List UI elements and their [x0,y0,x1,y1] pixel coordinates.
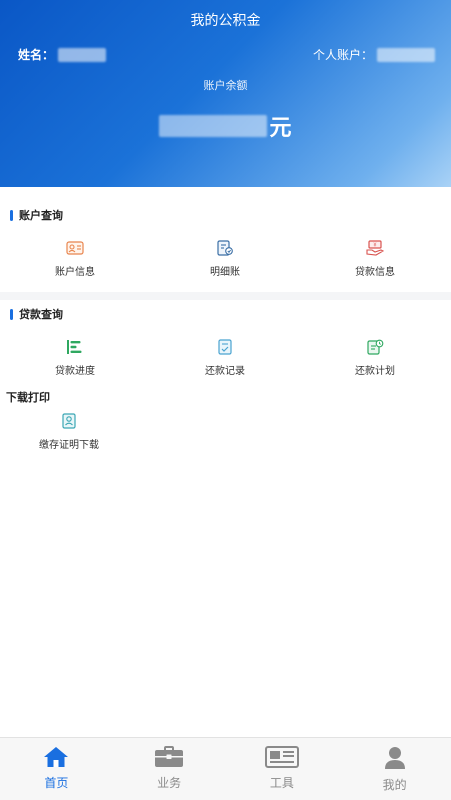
user-icon [384,746,406,770]
home-icon [43,746,69,768]
account-label: 个人账户： [312,48,373,62]
svg-text:¥: ¥ [373,243,376,249]
loan-info-button[interactable]: ¥ 贷款信息 [300,240,450,278]
section-marker [10,209,13,221]
tab-mine[interactable]: 我的 [338,738,451,800]
progress-icon [66,339,84,355]
loan-info-icon: ¥ [366,240,384,256]
page-title: 我的公积金 [190,13,261,29]
balance-value-masked [159,115,268,137]
repayment-record-button[interactable]: 还款记录 [150,339,300,377]
repayment-plan-icon [366,339,384,355]
name-row: 姓名： [18,46,107,63]
tab-mine-label: 我的 [382,778,407,792]
section-marker [10,308,13,320]
tab-tools-label: 工具 [269,776,294,790]
id-card-icon [66,240,84,256]
tab-home[interactable]: 首页 [0,738,113,800]
name-label: 姓名： [18,48,55,62]
tab-home-label: 首页 [44,776,69,790]
section-title-loan: 贷款查询 [10,306,63,322]
repayment-record-icon [216,339,234,355]
account-row: 个人账户： [313,46,435,63]
loan-query-grid: 贷款进度 还款记录 还款计划 [0,339,451,377]
loan-progress-button[interactable]: 贷款进度 [0,339,150,377]
name-value-masked [58,47,107,62]
tab-business[interactable]: 业务 [113,738,226,800]
section-title-text: 贷款查询 [19,308,63,321]
ledger-label: 明细账 [210,267,240,278]
download-grid: 缴存证明下载 [0,413,451,451]
account-info-label: 账户信息 [55,267,95,278]
deposit-certificate-download-button[interactable]: 缴存证明下载 [0,413,138,451]
repayment-plan-label: 还款计划 [355,366,395,377]
loan-progress-label: 贷款进度 [55,366,95,377]
ledger-button[interactable]: 明细账 [150,240,300,278]
account-query-grid: 账户信息 明细账 ¥ 贷款信息 [0,240,451,278]
section-title-account: 账户查询 [10,207,63,223]
account-info-button[interactable]: 账户信息 [0,240,150,278]
repayment-plan-button[interactable]: 还款计划 [300,339,450,377]
repayment-record-label: 还款记录 [205,366,245,377]
balance-row: 元 [0,110,451,142]
section-title-text: 账户查询 [19,209,63,222]
tab-tools[interactable]: 工具 [226,738,339,800]
loan-info-label: 贷款信息 [355,267,395,278]
balance-unit: 元 [269,116,292,141]
section-title-download: 下载打印 [6,389,50,405]
briefcase-icon [154,746,184,768]
tab-business-label: 业务 [157,776,182,790]
newspaper-icon [264,746,299,768]
deposit-certificate-label: 缴存证明下载 [39,440,99,451]
bottom-tab-bar: 首页 业务 工具 我的 [0,737,451,800]
ledger-icon [216,240,234,256]
header-banner: 我的公积金 姓名： 个人账户： 账户余额 元 [0,0,451,187]
balance-label: 账户余额 [203,79,248,92]
certificate-icon [60,413,78,429]
section-divider [0,292,451,300]
account-value-masked [377,47,435,62]
section-title-text: 下载打印 [6,391,50,404]
